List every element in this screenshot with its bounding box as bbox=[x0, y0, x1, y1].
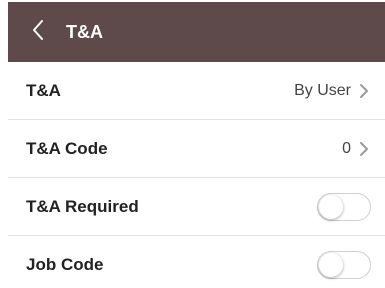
page-title: T&A bbox=[66, 21, 103, 42]
row-label: Job Code bbox=[26, 255, 104, 274]
header-bar: T&A bbox=[8, 2, 385, 62]
chevron-right-icon bbox=[359, 141, 371, 157]
ta-required-toggle[interactable] bbox=[317, 192, 371, 221]
toggle-knob bbox=[319, 194, 343, 219]
settings-list: T&A By User T&A Code 0 T&A Required Job … bbox=[8, 62, 385, 288]
back-button[interactable] bbox=[18, 2, 58, 62]
row-label: T&A bbox=[26, 80, 61, 100]
row-label: T&A Code bbox=[26, 138, 108, 158]
row-ta-required: T&A Required bbox=[8, 178, 385, 236]
row-value: 0 bbox=[342, 139, 351, 157]
screen: T&A T&A By User T&A Code 0 T&A Required … bbox=[0, 0, 385, 288]
chevron-left-icon bbox=[32, 19, 44, 46]
row-value: By User bbox=[294, 81, 351, 99]
row-right: 0 bbox=[342, 140, 371, 158]
row-job-code: Job Code bbox=[8, 236, 385, 288]
row-ta-code[interactable]: T&A Code 0 bbox=[8, 120, 385, 178]
row-label: T&A Required bbox=[26, 196, 139, 216]
chevron-right-icon bbox=[359, 83, 371, 99]
toggle-knob bbox=[319, 253, 343, 277]
row-ta[interactable]: T&A By User bbox=[8, 62, 385, 120]
job-code-toggle[interactable] bbox=[317, 251, 371, 279]
row-right: By User bbox=[294, 82, 371, 100]
